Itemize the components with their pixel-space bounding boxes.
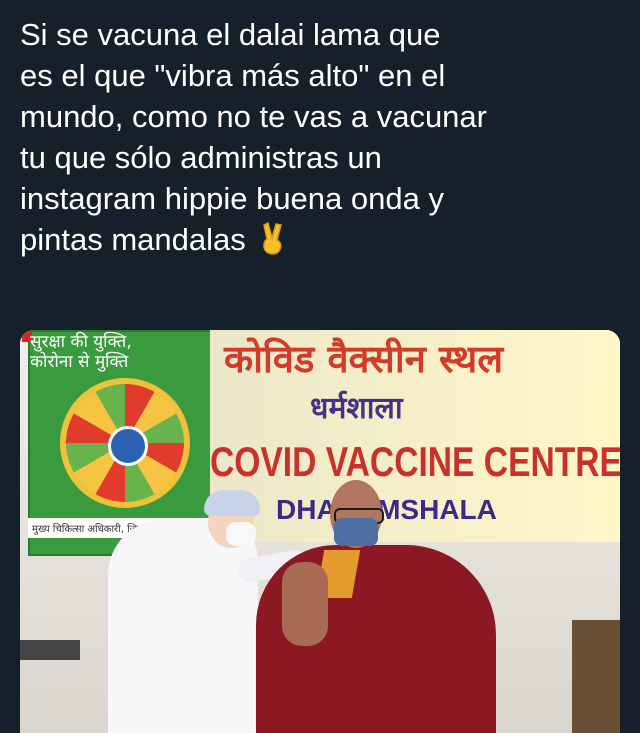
nurse-gown bbox=[108, 520, 258, 733]
news-photo[interactable]: सुरक्षा की युक्ति, कोरोना से मुक्ति मुख्… bbox=[20, 330, 620, 733]
banner-english-line-2: DHARAMSHALA bbox=[276, 494, 497, 525]
victory-hand-icon bbox=[263, 221, 283, 255]
nurse-cap bbox=[204, 490, 260, 516]
poster-title-line-2: कोरोना से मुक्ति bbox=[30, 352, 129, 372]
poster-title: सुरक्षा की युक्ति, कोरोना से मुक्ति bbox=[30, 332, 132, 372]
post-line-2: es el que "vibra más alto" en el bbox=[20, 58, 446, 93]
poster-wheel bbox=[60, 378, 190, 508]
post-line-6: pintas mandalas bbox=[20, 219, 620, 260]
post-line-6-text: pintas mandalas bbox=[20, 222, 246, 257]
post-line-5: instagram hippie buena onda y bbox=[20, 181, 444, 216]
post-line-4: tu que sólo administras un bbox=[20, 140, 382, 175]
chair bbox=[572, 620, 620, 733]
bare-arm bbox=[282, 562, 328, 646]
nurse-mask bbox=[226, 522, 256, 546]
banner-english-line-1: COVID VACCINE CENTRE bbox=[210, 438, 620, 485]
post-line-1: Si se vacuna el dalai lama que bbox=[20, 17, 441, 52]
table bbox=[20, 640, 80, 660]
post-line-3: mundo, como no te vas a vacunar bbox=[20, 99, 487, 134]
post-text: Si se vacuna el dalai lama que es el que… bbox=[20, 14, 620, 260]
wheel-center bbox=[108, 426, 148, 466]
face-mask bbox=[334, 518, 378, 546]
poster-title-line-1: सुरक्षा की युक्ति, bbox=[30, 332, 132, 352]
banner-hindi-line-1: कोविड वैक्सीन स्थल bbox=[224, 337, 504, 381]
banner-hindi-line-2: धर्मशाला bbox=[310, 391, 403, 426]
